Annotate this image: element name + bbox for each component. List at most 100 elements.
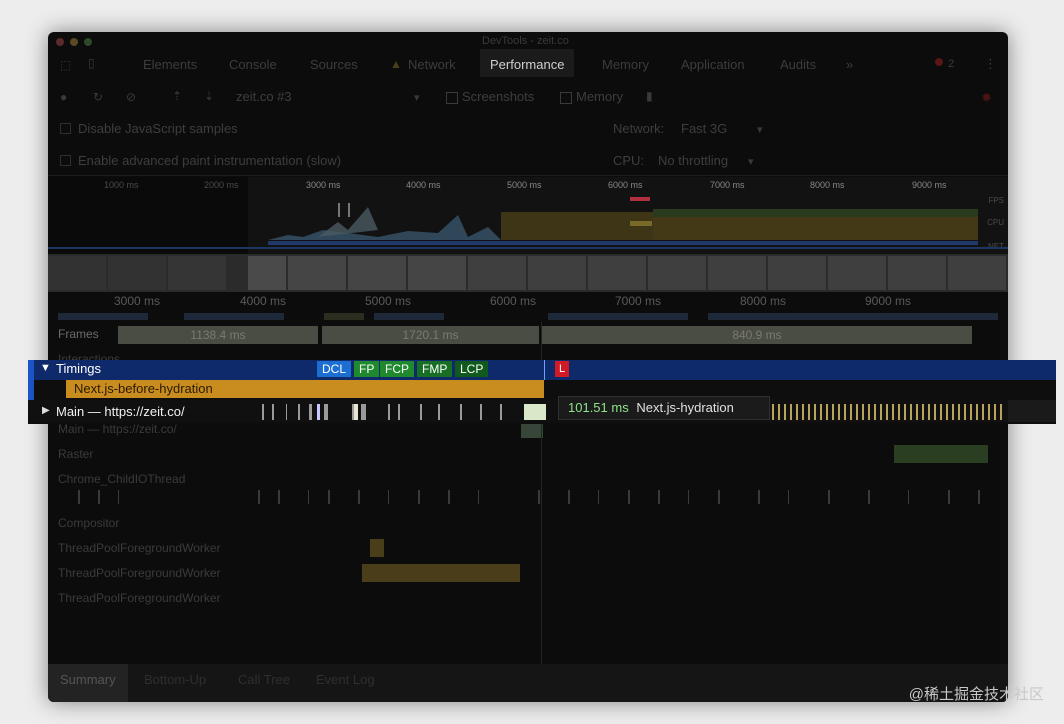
tab-event-log[interactable]: Event Log <box>316 672 375 687</box>
device-toolbar-icon[interactable]: ▯ <box>88 56 95 70</box>
pool-worker-track-label[interactable]: ThreadPoolForegroundWorker <box>58 591 221 605</box>
lcp-marker[interactable]: LCP <box>455 361 489 377</box>
main-thread-dim-label[interactable]: Main — https://zeit.co/ <box>58 422 177 436</box>
frame-box[interactable]: 1138.4 ms <box>118 326 318 344</box>
overview-tick: 2000 ms <box>204 180 239 190</box>
tab-call-tree[interactable]: Call Tree <box>238 672 290 687</box>
tab-console[interactable]: Console <box>229 57 277 72</box>
trash-icon[interactable]: ▮ <box>646 89 653 103</box>
tab-memory[interactable]: Memory <box>602 57 649 72</box>
fcp-marker[interactable]: FCP <box>380 361 414 377</box>
overview-tick: 6000 ms <box>608 180 643 190</box>
task-bar[interactable] <box>362 564 520 582</box>
fmp-marker[interactable]: FMP <box>417 361 453 377</box>
child-io-track-label[interactable]: Chrome_ChildIOThread <box>58 472 185 486</box>
overview-tick: 9000 ms <box>912 180 947 190</box>
tab-bottom-up[interactable]: Bottom-Up <box>144 672 206 687</box>
reload-icon[interactable]: ↻ <box>93 90 103 104</box>
download-icon[interactable]: ⇣ <box>204 89 214 103</box>
network-chevron-icon[interactable]: ▾ <box>757 123 763 136</box>
cpu-throttle-select[interactable]: No throttling <box>658 153 728 168</box>
user-timing-row: Next.js-before-hydration <box>34 380 1056 400</box>
raster-bar[interactable] <box>894 445 988 463</box>
task-bar[interactable] <box>370 539 384 557</box>
profile-select[interactable]: zeit.co #3 <box>236 89 292 104</box>
timings-collapse-icon[interactable]: ▼ <box>40 362 51 374</box>
record-icon[interactable]: ● <box>60 90 67 104</box>
overview-tick: 3000 ms <box>306 180 341 190</box>
screenshots-label: Screenshots <box>462 89 535 104</box>
ruler-tick: 6000 ms <box>490 294 537 308</box>
tooltip-name: Next.js-hydration <box>636 400 734 415</box>
raster-track-label[interactable]: Raster <box>58 447 93 461</box>
frame-box[interactable]: 840.9 ms <box>542 326 972 344</box>
settings-gear-icon[interactable]: ✹ <box>981 90 992 106</box>
network-label: Network: <box>613 121 665 136</box>
tab-sources[interactable]: Sources <box>310 57 358 72</box>
main-thread-activity <box>262 400 1056 422</box>
pool-worker-track-label[interactable]: ThreadPoolForegroundWorker <box>58 541 221 555</box>
network-track[interactable] <box>48 312 1008 322</box>
warning-icon: ▲ <box>390 57 402 71</box>
error-count[interactable]: 2 <box>948 58 954 70</box>
more-options-icon[interactable]: ⋮ <box>984 56 997 72</box>
ruler-tick: 5000 ms <box>365 294 412 308</box>
tab-performance[interactable]: Performance <box>480 49 575 77</box>
timings-track[interactable]: ▼ Timings DCL FP FCP FMP LCP L <box>34 360 1056 380</box>
ruler-tick: 8000 ms <box>740 294 787 308</box>
pool-worker-track-label[interactable]: ThreadPoolForegroundWorker <box>58 566 221 580</box>
user-timing-tooltip: 101.51 ms Next.js-hydration <box>558 396 770 420</box>
overview-tick: 8000 ms <box>810 180 845 190</box>
frames-track-label[interactable]: Frames <box>58 327 99 341</box>
watermark: @稀土掘金技术社区 <box>908 686 1044 703</box>
overview-tick: 1000 ms <box>104 180 139 190</box>
chevron-down-icon[interactable]: ▾ <box>414 91 420 104</box>
compositor-track-label[interactable]: Compositor <box>58 516 119 530</box>
cpu-activity-graph <box>48 197 1008 249</box>
error-icon <box>935 58 943 66</box>
overview-divider <box>48 175 1008 176</box>
maximize-window-dot[interactable] <box>84 38 92 46</box>
advanced-paint-label: Enable advanced paint instrumentation (s… <box>78 153 342 168</box>
task-bar[interactable] <box>521 422 543 438</box>
tab-elements[interactable]: Elements <box>143 57 197 72</box>
overview-tick: 5000 ms <box>507 180 542 190</box>
tab-summary[interactable]: Summary <box>60 672 116 687</box>
memory-checkbox[interactable] <box>560 92 572 104</box>
cpu-chevron-icon[interactable]: ▾ <box>748 155 754 168</box>
more-tabs-button[interactable]: » <box>846 57 853 72</box>
user-timing-label: Next.js-before-hydration <box>74 381 213 396</box>
user-timing-bar[interactable]: Next.js-before-hydration <box>66 380 544 398</box>
tab-application[interactable]: Application <box>681 57 745 72</box>
frame-box[interactable]: 1720.1 ms <box>322 326 539 344</box>
clear-icon[interactable]: ⊘ <box>126 90 136 104</box>
fp-marker[interactable]: FP <box>354 361 380 377</box>
screenshots-checkbox[interactable] <box>446 92 458 104</box>
memory-label: Memory <box>576 89 623 104</box>
screenshots-filmstrip[interactable] <box>48 254 1008 292</box>
tooltip-duration: 101.51 ms <box>568 400 629 415</box>
timings-track-label: Timings <box>56 361 102 376</box>
cpu-label: CPU: <box>613 153 645 168</box>
window-title: DevTools - zeit.co <box>482 35 569 47</box>
ruler-tick: 7000 ms <box>615 294 662 308</box>
upload-icon[interactable]: ⇡ <box>172 89 182 103</box>
ruler-tick: 3000 ms <box>114 294 161 308</box>
ruler-tick: 4000 ms <box>240 294 287 308</box>
close-window-dot[interactable] <box>56 38 64 46</box>
advanced-paint-checkbox[interactable] <box>60 155 71 166</box>
load-marker[interactable]: L <box>555 361 570 377</box>
timing-cursor-line <box>544 360 545 380</box>
main-thread-track[interactable]: ▶ Main — https://zeit.co/ <box>28 400 1056 422</box>
minimize-window-dot[interactable] <box>70 38 78 46</box>
inspect-element-icon[interactable]: ⬚ <box>60 58 71 72</box>
tab-audits[interactable]: Audits <box>780 57 816 72</box>
overview-tick: 7000 ms <box>710 180 745 190</box>
disable-js-checkbox[interactable] <box>60 123 71 134</box>
timings-highlight-band: ▼ Timings DCL FP FCP FMP LCP L Next.js-b… <box>28 360 1056 424</box>
child-io-activity <box>78 490 980 504</box>
dcl-marker[interactable]: DCL <box>317 361 352 377</box>
disable-js-label: Disable JavaScript samples <box>78 121 238 136</box>
network-throttle-select[interactable]: Fast 3G <box>681 121 727 136</box>
tab-network[interactable]: Network <box>408 57 456 72</box>
